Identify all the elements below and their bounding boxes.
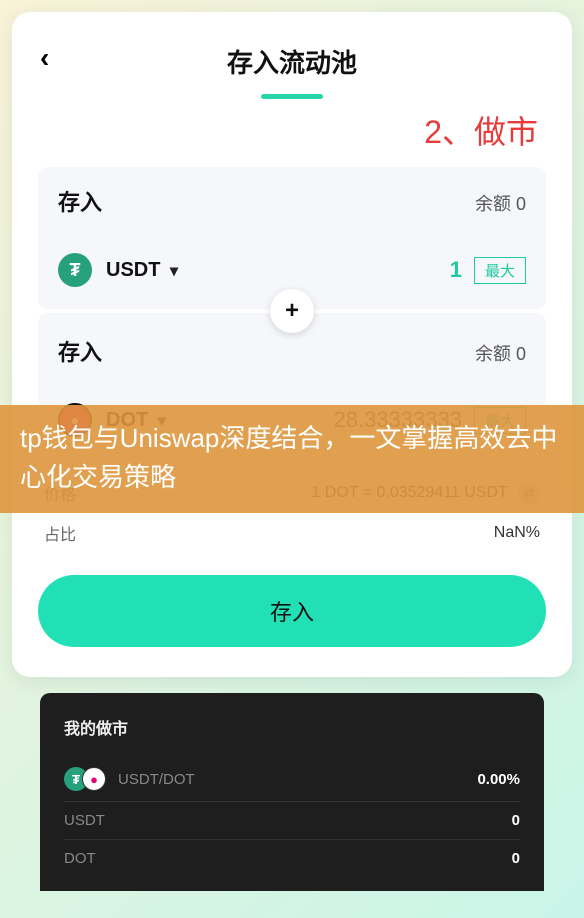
chevron-down-icon: ▾ xyxy=(158,413,166,430)
token-row: DOT 0 xyxy=(64,840,520,877)
balance-display: 余额 0 xyxy=(475,190,526,216)
active-tab-indicator xyxy=(261,94,323,99)
chevron-down-icon: ▾ xyxy=(170,263,178,280)
price-value: 1 DOT = 0.03529411 USDT ⇄ xyxy=(311,482,540,504)
dot-icon: ● xyxy=(58,403,92,437)
deposit-label: 存入 xyxy=(58,185,102,217)
deposit-box-2: 存入 余额 0 ● DOT ▾ 28.33333333 最大 xyxy=(38,313,546,459)
panel-title: 我的做市 xyxy=(64,715,520,739)
swap-icon[interactable]: ⇄ xyxy=(518,482,540,504)
price-label: 价格 xyxy=(44,481,76,505)
deposit-box-1: 存入 余额 0 ₮ USDT ▾ 1 最大 + xyxy=(38,167,546,309)
back-icon[interactable]: ‹ xyxy=(40,44,49,72)
my-market-making-panel: 我的做市 ₮ ● USDT/DOT 0.00% USDT 0 DOT 0 xyxy=(40,693,544,891)
token-row: USDT 0 xyxy=(64,802,520,840)
deposit-label: 存入 xyxy=(58,335,102,367)
balance-display: 余额 0 xyxy=(475,340,526,366)
pair-row[interactable]: ₮ ● USDT/DOT 0.00% xyxy=(64,757,520,802)
annotation-text: 2、做市 xyxy=(38,107,538,153)
info-section: 价格 1 DOT = 0.03529411 USDT ⇄ 占比 NaN% xyxy=(44,481,540,545)
amount-input[interactable]: 28.33333333 xyxy=(334,407,462,433)
page-title: 存入流动池 xyxy=(227,43,357,80)
header: ‹ 存入流动池 xyxy=(38,36,546,86)
token-selector[interactable]: USDT ▾ xyxy=(106,259,178,282)
ratio-value: NaN% xyxy=(494,524,540,542)
max-button[interactable]: 最大 xyxy=(474,407,526,434)
token-selector[interactable]: DOT ▾ xyxy=(106,409,166,432)
usdt-icon: ₮ xyxy=(58,253,92,287)
submit-button[interactable]: 存入 xyxy=(38,575,546,647)
dot-icon: ● xyxy=(82,767,106,791)
plus-icon: + xyxy=(270,289,314,333)
max-button[interactable]: 最大 xyxy=(474,257,526,284)
ratio-label: 占比 xyxy=(44,521,76,545)
amount-input[interactable]: 1 xyxy=(450,257,462,283)
